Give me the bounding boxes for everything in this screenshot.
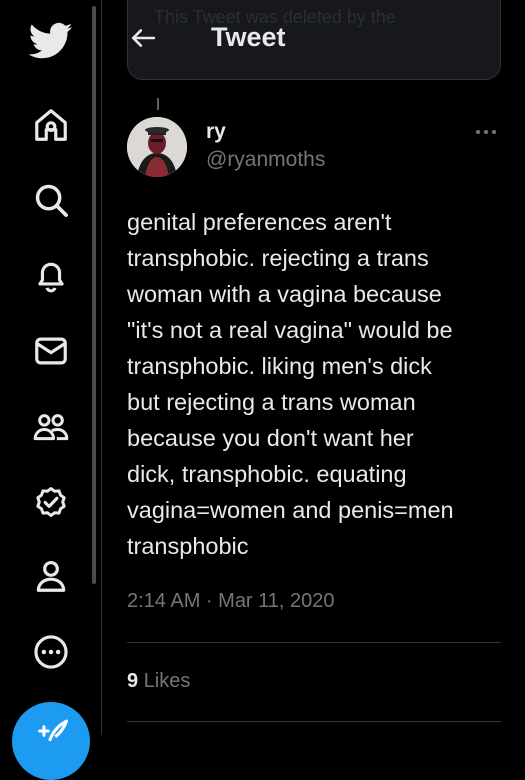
author-name[interactable]: ry (206, 120, 226, 144)
tweet-header: Tweet (103, 12, 525, 68)
thread-line (157, 98, 159, 110)
more-options-button[interactable] (473, 122, 499, 142)
likes-stat[interactable]: 9 Likes (127, 670, 190, 693)
likes-count: 9 (127, 670, 139, 692)
communities-icon[interactable] (24, 400, 78, 454)
likes-label: Likes (143, 670, 191, 692)
divider (127, 721, 501, 722)
messages-icon[interactable] (24, 324, 78, 378)
page-title: Tweet (211, 22, 286, 52)
notifications-icon[interactable] (24, 249, 78, 303)
back-button[interactable] (127, 24, 159, 56)
verified-icon[interactable] (24, 475, 78, 529)
tweet-timestamp[interactable]: 2:14 AM · Mar 11, 2020 (127, 590, 335, 613)
back-arrow-icon (130, 27, 156, 54)
home-icon[interactable] (24, 98, 78, 152)
more-horizontal-icon (474, 123, 498, 141)
tweet-text: genital preferences aren't transphobic. … (127, 209, 454, 559)
left-nav (0, 0, 102, 780)
main-column: This Tweet was deleted by the Tweet ry @… (103, 0, 525, 735)
divider (127, 642, 501, 643)
compose-button[interactable] (12, 702, 90, 780)
profile-icon[interactable] (24, 549, 78, 603)
author-handle[interactable]: @ryanmoths (206, 148, 325, 172)
more-circle-icon[interactable] (24, 625, 78, 679)
nav-scrollbar[interactable] (92, 6, 96, 584)
twitter-logo-icon[interactable] (24, 14, 78, 68)
compose-icon (34, 716, 69, 751)
search-icon[interactable] (24, 173, 78, 227)
avatar[interactable] (127, 117, 187, 177)
